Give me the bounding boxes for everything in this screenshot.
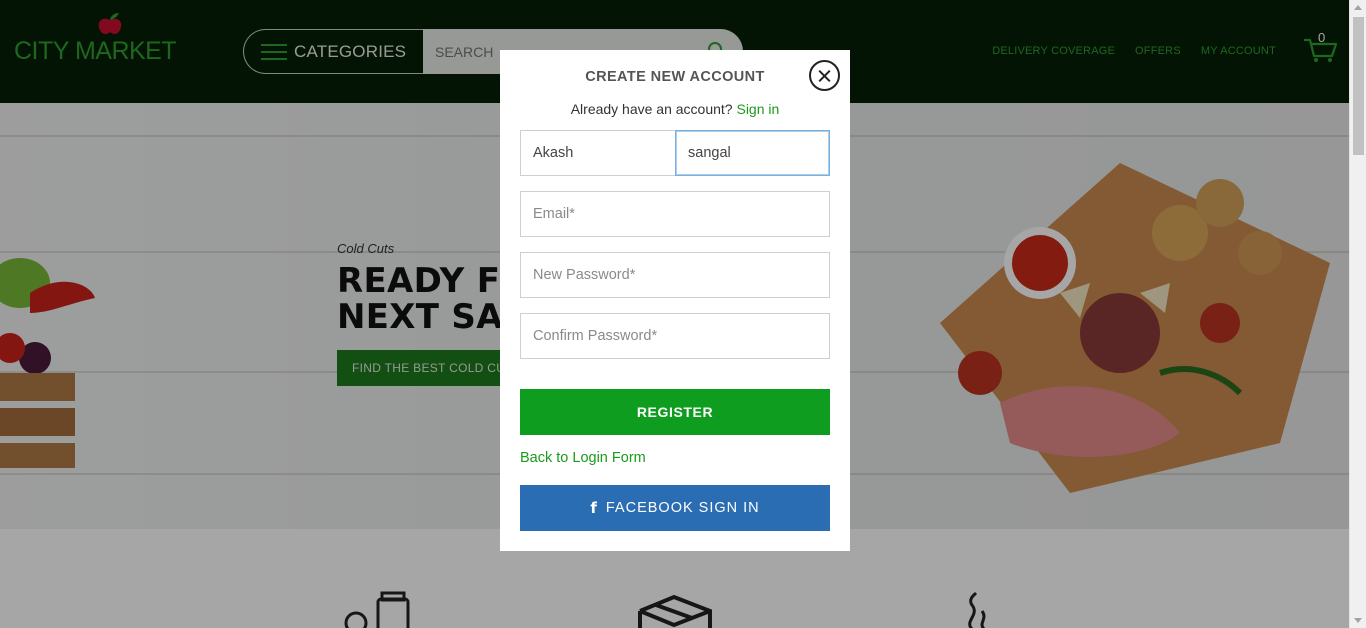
first-name-field[interactable] [520,130,676,176]
signin-prompt-row: Already have an account? Sign in [500,101,850,117]
scroll-up-icon[interactable] [1354,5,1362,10]
back-to-login-link[interactable]: Back to Login Form [520,450,646,466]
new-password-field[interactable] [520,252,830,298]
last-name-field[interactable] [675,130,830,176]
signin-prompt-text: Already have an account? [570,101,733,117]
close-icon[interactable] [809,60,840,91]
email-field[interactable] [520,191,830,237]
facebook-signin-button[interactable]: f FACEBOOK SIGN IN [520,485,830,531]
scroll-down-icon[interactable] [1354,618,1362,623]
confirm-password-field[interactable] [520,313,830,359]
scroll-thumb[interactable] [1353,17,1364,155]
page-scrollbar[interactable] [1349,0,1366,628]
modal-title: CREATE NEW ACCOUNT [585,69,765,85]
facebook-signin-label: FACEBOOK SIGN IN [605,500,760,516]
create-account-modal: CREATE NEW ACCOUNT Already have an accou… [500,50,850,551]
register-button[interactable]: REGISTER [520,389,830,435]
signin-link[interactable]: Sign in [736,101,779,117]
facebook-icon: f [590,499,598,517]
